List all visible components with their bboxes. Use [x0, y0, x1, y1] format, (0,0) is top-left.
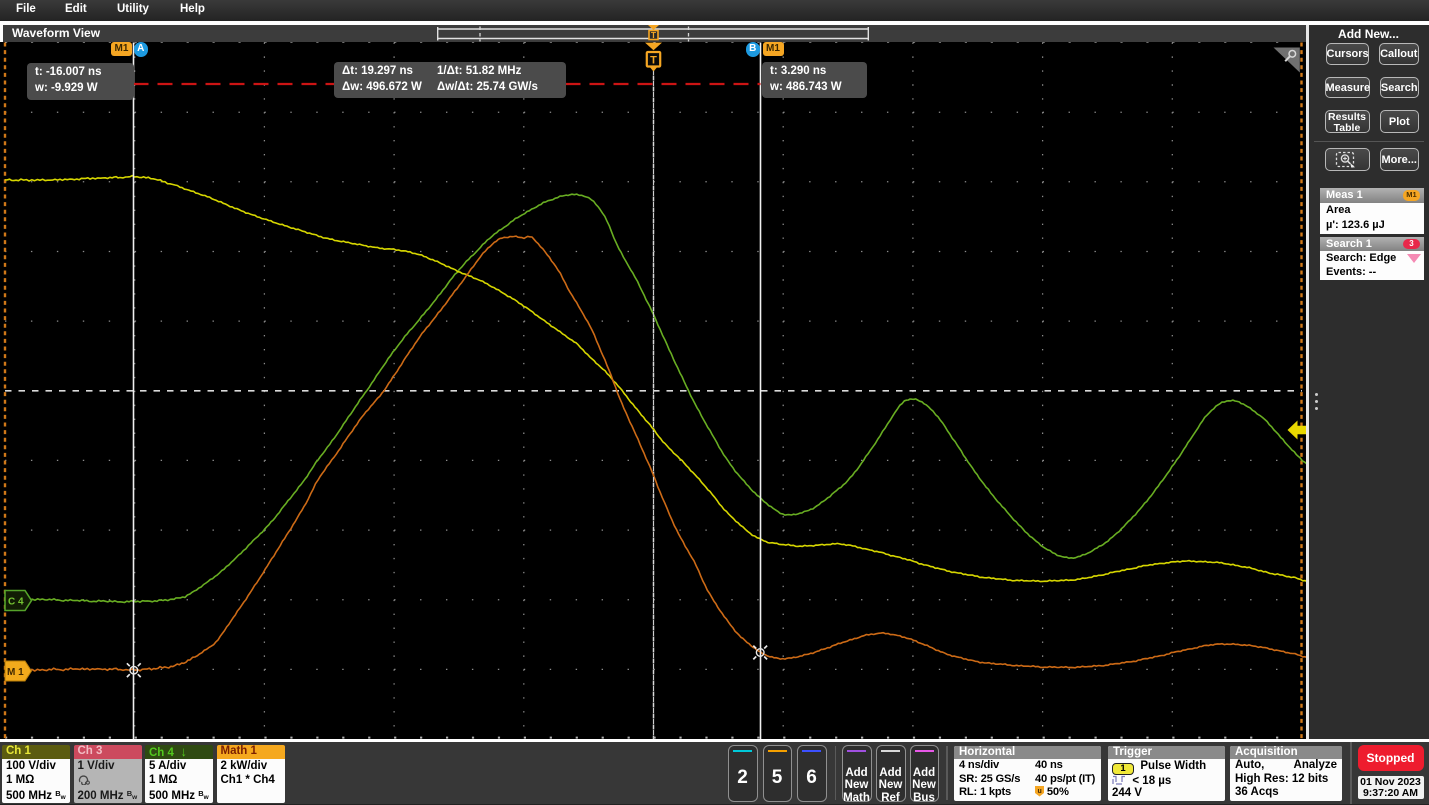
svg-text:T: T — [650, 55, 657, 67]
svg-text:C 4: C 4 — [8, 597, 24, 608]
svg-text:T: T — [651, 30, 657, 40]
svg-text:u: u — [1037, 788, 1041, 795]
svg-text:M 1: M 1 — [7, 667, 24, 678]
